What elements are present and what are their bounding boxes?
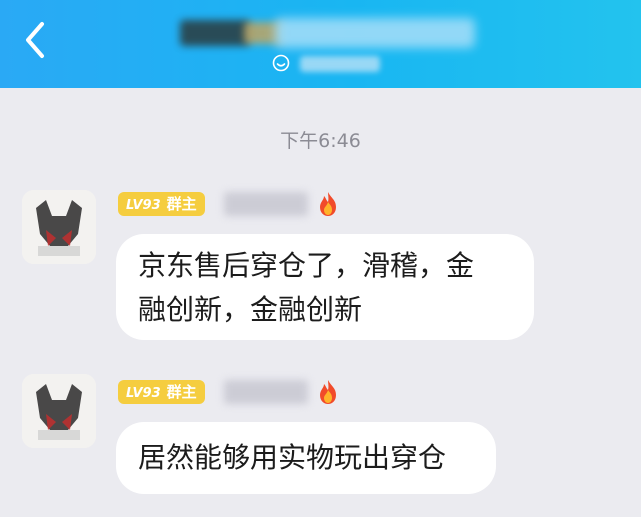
message-text: 京东售后穿仓了，滑稽，金 bbox=[138, 249, 475, 282]
member-level-badge: LV93 群主 bbox=[118, 380, 205, 404]
member-level-badge: LV93 群主 bbox=[118, 192, 205, 216]
chat-header bbox=[0, 0, 641, 88]
chevron-left-icon bbox=[26, 22, 44, 58]
level-text: LV93 bbox=[126, 386, 161, 401]
avatar-image bbox=[22, 190, 96, 264]
avatar[interactable] bbox=[22, 190, 96, 264]
fire-icon bbox=[320, 192, 336, 216]
back-button[interactable] bbox=[18, 20, 52, 60]
message-text: 融创新，金融创新 bbox=[138, 293, 363, 326]
role-text: 群主 bbox=[166, 383, 197, 401]
avatar[interactable] bbox=[22, 374, 96, 448]
sender-name-redacted[interactable] bbox=[224, 192, 308, 216]
fire-icon bbox=[320, 380, 336, 404]
role-text: 群主 bbox=[166, 195, 197, 213]
message-timestamp: 下午6:46 bbox=[280, 130, 361, 152]
sender-name-redacted[interactable] bbox=[224, 380, 308, 404]
message-bubble[interactable]: 居然能够用实物玩出穿仓 bbox=[116, 422, 496, 494]
chat-title-redacted[interactable] bbox=[180, 14, 480, 50]
chat-subtitle[interactable] bbox=[272, 52, 402, 76]
level-text: LV93 bbox=[126, 198, 161, 213]
message-bubble[interactable]: 京东售后穿仓了，滑稽，金 融创新，金融创新 bbox=[116, 234, 534, 340]
smile-icon bbox=[272, 54, 290, 72]
message-text: 居然能够用实物玩出穿仓 bbox=[138, 441, 447, 474]
subtitle-redacted bbox=[300, 56, 380, 72]
avatar-image bbox=[22, 374, 96, 448]
